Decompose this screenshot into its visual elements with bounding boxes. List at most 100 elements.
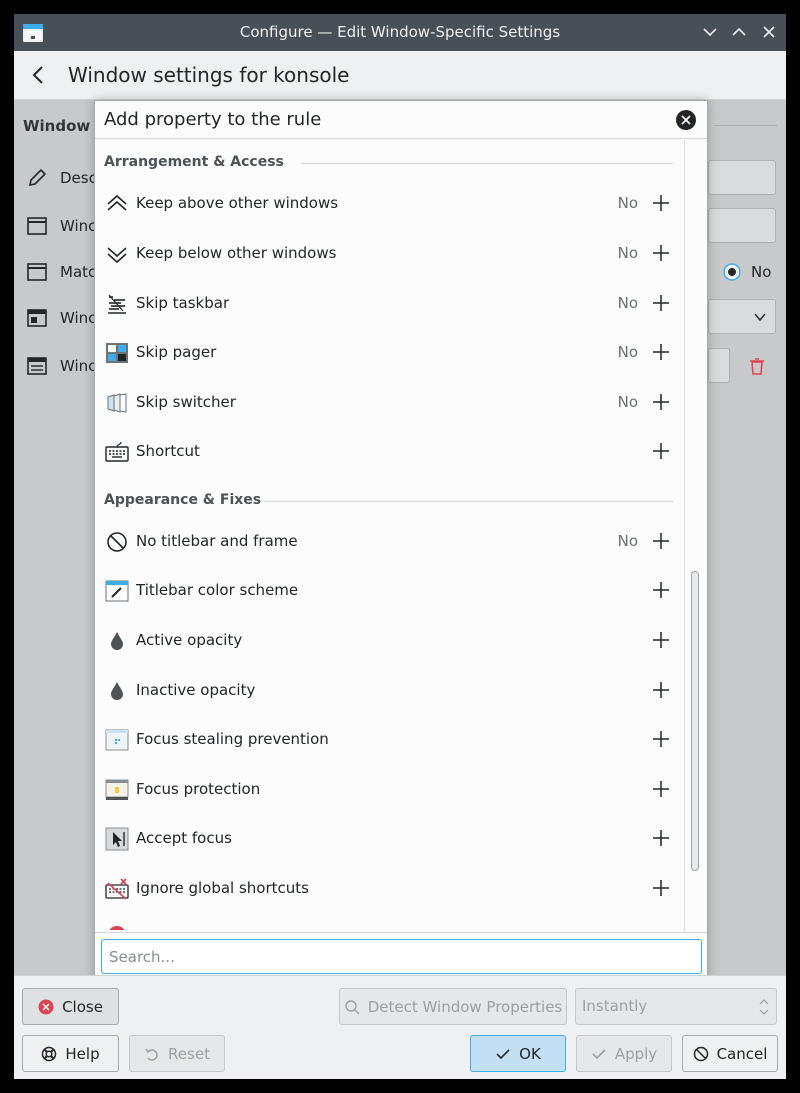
window-icon <box>27 217 47 235</box>
close-window-icon[interactable] <box>759 22 779 42</box>
property-row[interactable]: Skip taskbar No <box>95 280 685 326</box>
property-value: No <box>617 532 638 550</box>
property-row[interactable]: Skip switcher No <box>95 379 685 425</box>
minimize-chevron-icon[interactable] <box>700 22 720 42</box>
ok-button[interactable]: OK <box>470 1035 566 1072</box>
opacity-drop-icon <box>111 682 123 700</box>
add-plus-icon[interactable] <box>651 580 671 600</box>
checkmark-icon <box>592 1048 606 1059</box>
background-row-label: Winc <box>60 357 97 375</box>
add-plus-icon[interactable] <box>651 193 671 213</box>
property-label: Skip switcher <box>136 393 236 411</box>
background-row-label: Matc <box>60 263 97 281</box>
trash-icon <box>750 358 764 375</box>
background-group-divider <box>714 125 777 126</box>
dialog-button-bar: Close Detect Window Properties Instantly <box>14 975 786 1079</box>
help-button[interactable]: Help <box>22 1035 119 1072</box>
add-plus-icon[interactable] <box>651 828 671 848</box>
add-plus-icon[interactable] <box>651 878 671 898</box>
window-icon <box>27 263 47 281</box>
keep-above-icon <box>107 194 127 211</box>
section-divider <box>301 163 673 164</box>
focus-protection-icon <box>105 779 129 800</box>
checkmark-icon <box>496 1048 510 1059</box>
scrollbar-thumb[interactable] <box>691 571 699 871</box>
add-plus-icon[interactable] <box>651 531 671 551</box>
cancel-circle-icon <box>693 1046 708 1061</box>
scrollbar-track[interactable] <box>684 140 685 932</box>
window-role-field <box>708 348 730 383</box>
add-plus-icon[interactable] <box>651 779 671 799</box>
property-row-partial[interactable] <box>95 915 685 930</box>
radio-label: No <box>751 263 772 281</box>
property-label: Ignore global shortcuts <box>136 879 309 897</box>
property-row[interactable]: Skip pager No <box>95 329 685 375</box>
description-field <box>708 160 776 195</box>
ignore-shortcuts-icon <box>105 878 129 900</box>
add-plus-icon[interactable] <box>651 342 671 362</box>
add-property-sheet: Add property to the rule Arrangement & A… <box>94 100 708 990</box>
property-label: Focus protection <box>136 780 261 798</box>
property-row[interactable]: Shortcut <box>95 428 685 474</box>
delay-value: Instantly <box>582 997 648 1015</box>
chevron-down-icon <box>754 313 766 322</box>
add-plus-icon[interactable] <box>651 392 671 412</box>
keep-below-icon <box>107 247 127 264</box>
add-plus-icon[interactable] <box>651 680 671 700</box>
property-row[interactable]: Active opacity <box>95 617 685 663</box>
property-row[interactable]: Focus protection <box>95 766 685 812</box>
skip-switcher-icon <box>107 393 127 413</box>
reset-button-label: Reset <box>168 1044 210 1063</box>
property-row[interactable]: Ignore global shortcuts <box>95 865 685 911</box>
ok-button-label: OK <box>519 1044 541 1063</box>
add-plus-icon[interactable] <box>651 729 671 749</box>
property-value: No <box>617 294 638 312</box>
property-row[interactable]: Keep below other windows No <box>95 230 685 276</box>
close-button[interactable]: Close <box>22 988 119 1025</box>
window-layout-icon <box>27 309 47 327</box>
help-lifebuoy-icon <box>42 1046 57 1061</box>
property-label: Accept focus <box>136 829 232 847</box>
cancel-button-label: Cancel <box>716 1044 768 1063</box>
property-label: Focus stealing prevention <box>136 730 329 748</box>
add-plus-icon[interactable] <box>651 441 671 461</box>
section-title: Arrangement & Access <box>104 154 284 170</box>
cancel-button[interactable]: Cancel <box>682 1035 778 1072</box>
property-row[interactable]: No titlebar and frame No <box>95 518 685 564</box>
skip-taskbar-icon <box>108 294 126 314</box>
property-row[interactable]: Accept focus <box>95 815 685 861</box>
no-titlebar-icon <box>107 532 127 552</box>
apply-button[interactable]: Apply <box>576 1035 672 1072</box>
search-input[interactable] <box>101 939 702 974</box>
maximize-chevron-icon[interactable] <box>729 22 749 42</box>
property-label: Keep above other windows <box>136 194 339 212</box>
add-plus-icon[interactable] <box>651 243 671 263</box>
detect-window-properties-button[interactable]: Detect Window Properties <box>339 988 567 1025</box>
background-row-label: Winc <box>60 309 97 327</box>
property-row[interactable]: Focus stealing prevention <box>95 716 685 762</box>
window-title: Configure — Edit Window-Specific Setting… <box>239 23 561 41</box>
back-arrow-icon[interactable] <box>28 64 50 86</box>
property-list[interactable]: Arrangement & Access Keep above other wi… <box>95 140 685 930</box>
property-label: Inactive opacity <box>136 681 256 699</box>
close-circle-icon <box>38 999 54 1014</box>
accept-focus-icon <box>105 827 129 851</box>
search-icon <box>345 999 360 1014</box>
sheet-title: Add property to the rule <box>104 109 322 130</box>
add-plus-icon[interactable] <box>651 630 671 650</box>
add-plus-icon[interactable] <box>651 293 671 313</box>
spin-arrows-icon[interactable] <box>758 995 770 1019</box>
page-header: Window settings for konsole <box>14 51 786 100</box>
reset-button[interactable]: Reset <box>129 1035 225 1072</box>
background-row-label: Desc <box>60 169 97 187</box>
titlebar-color-icon <box>105 580 129 602</box>
close-sheet-icon[interactable] <box>675 109 697 131</box>
window-list-icon <box>27 357 47 375</box>
pencil-icon <box>28 168 47 187</box>
detection-delay-spinbox[interactable]: Instantly <box>575 988 777 1025</box>
window-titlebar[interactable]: Configure — Edit Window-Specific Setting… <box>14 14 786 51</box>
property-row[interactable]: Titlebar color scheme <box>95 567 685 613</box>
property-row[interactable]: Keep above other windows No <box>95 180 685 226</box>
radio-selected-icon <box>723 263 741 281</box>
property-row[interactable]: Inactive opacity <box>95 667 685 713</box>
